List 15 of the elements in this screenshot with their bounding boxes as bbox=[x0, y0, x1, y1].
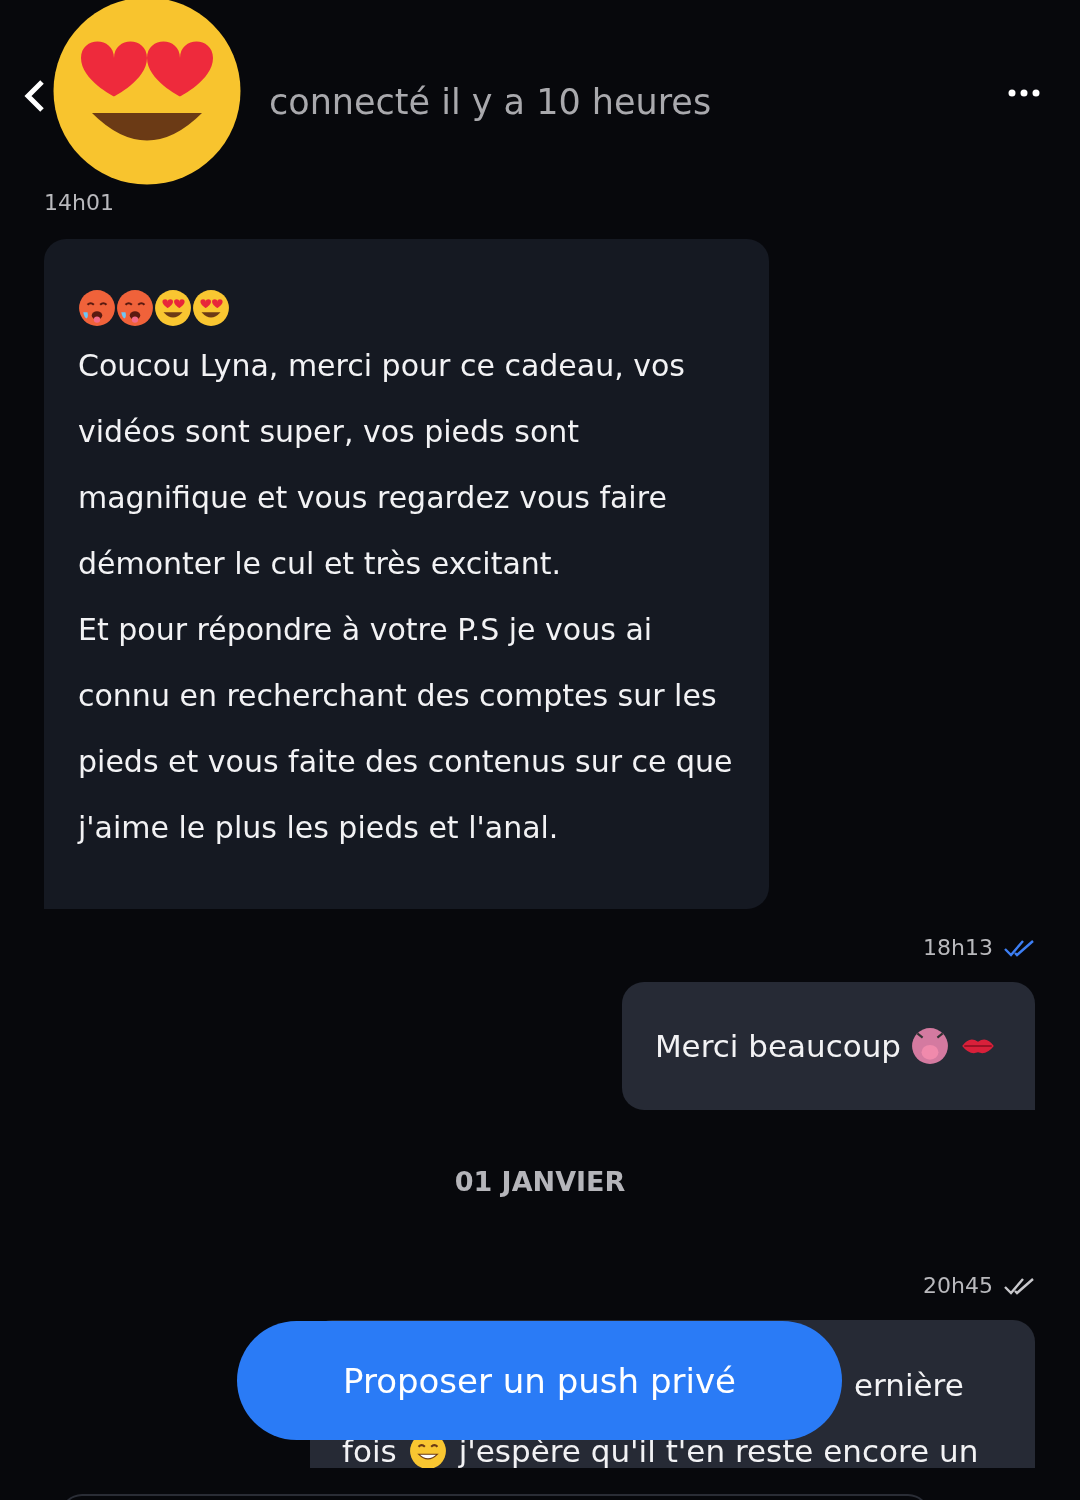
message-time: 14h01 bbox=[44, 190, 114, 215]
heart-eyes-face-icon bbox=[154, 289, 192, 327]
propose-push-button[interactable]: Proposer un push privé bbox=[237, 1321, 842, 1440]
heart-eyes-face-icon bbox=[192, 289, 230, 327]
message-time: 18h13 bbox=[923, 935, 993, 960]
message-time: 20h45 bbox=[923, 1273, 993, 1298]
more-options-icon[interactable] bbox=[1008, 88, 1040, 98]
message-text: Coucou Lyna, merci pour ce cadeau, vos vidéos sont super, vos pieds sont magnifique et vous regardez vous faire démonter le cul et très excitant. bbox=[78, 347, 686, 583]
message-text: ernière bbox=[854, 1367, 964, 1403]
hot-face-icon bbox=[78, 289, 116, 327]
date-separator: 01 JANVIER bbox=[454, 1166, 626, 1197]
last-seen-status: connecté il y a 10 heures bbox=[269, 82, 712, 122]
message-text: Et pour répondre à votre P.S je vous ai connu en recherchant des comptes sur les pieds et vous faite des contenus sur ce que j'aime le plus les pieds et l'anal. bbox=[78, 611, 733, 847]
hot-face-icon bbox=[116, 289, 154, 327]
message-text: Merci beaucoup bbox=[654, 1028, 901, 1064]
